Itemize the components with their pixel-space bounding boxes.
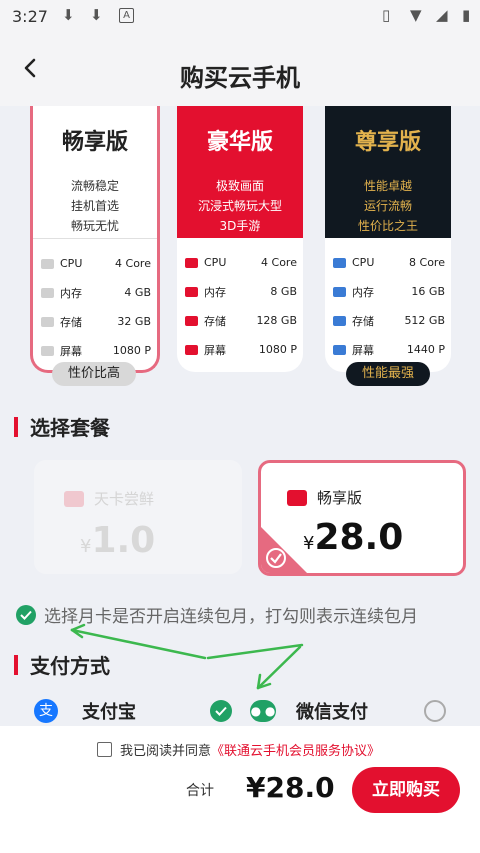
section-title-text: 支付方式 <box>30 654 110 678</box>
section-marker <box>14 654 18 675</box>
wechat-icon: ● ● <box>250 700 276 722</box>
payment-option-alipay[interactable]: 支 支付宝 <box>34 696 232 726</box>
annotation-arrows <box>70 623 304 690</box>
payment-name: 支付宝 <box>82 702 136 723</box>
section-title-payment: 支付方式 <box>14 650 110 679</box>
status-time: 3:27 <box>12 7 48 26</box>
page-title: 购买云手机 <box>180 64 300 92</box>
alipay-icon: 支 <box>34 699 58 723</box>
status-bar: 3:27 ⬇ ⬇ A ▯ ▼ ◢ ▮ <box>0 0 480 32</box>
battery-icon: ▮ <box>462 6 471 24</box>
total-label: 合计 <box>186 783 214 799</box>
wifi-icon: ▼ <box>410 6 422 24</box>
agreement-checkbox[interactable] <box>97 742 112 757</box>
download-icon: ⬇ <box>62 6 75 24</box>
radio-unchecked-icon[interactable] <box>424 700 446 722</box>
agreement-link[interactable]: 《联通云手机会员服务协议》 <box>211 740 380 759</box>
agreement-text: 我已阅读并同意 <box>120 744 212 759</box>
total-amount: ¥28.0 <box>246 771 335 804</box>
agreement-row: 我已阅读并同意 《联通云手机会员服务协议》 <box>97 740 380 759</box>
vibrate-icon: ▯ <box>382 6 391 24</box>
download-icon: ⬇ <box>90 6 103 24</box>
radio-checked-icon[interactable] <box>210 700 232 722</box>
buy-now-button[interactable]: 立即购买 <box>352 767 460 813</box>
checkout-footer: 我已阅读并同意 《联通云手机会员服务协议》 合计 ¥28.0 立即购买 <box>0 726 480 853</box>
content-area: 畅享版 流畅稳定 挂机首选 畅玩无忧 CPU 4 Core 内存 4 GB 存储 32… <box>0 106 480 726</box>
payment-name: 微信支付 <box>296 702 368 723</box>
a-icon: A <box>119 8 134 23</box>
header: 购买云手机 <box>0 32 480 106</box>
payment-option-wechat[interactable]: ● ● 微信支付 <box>250 696 446 726</box>
signal-icon: ◢ <box>436 6 448 24</box>
